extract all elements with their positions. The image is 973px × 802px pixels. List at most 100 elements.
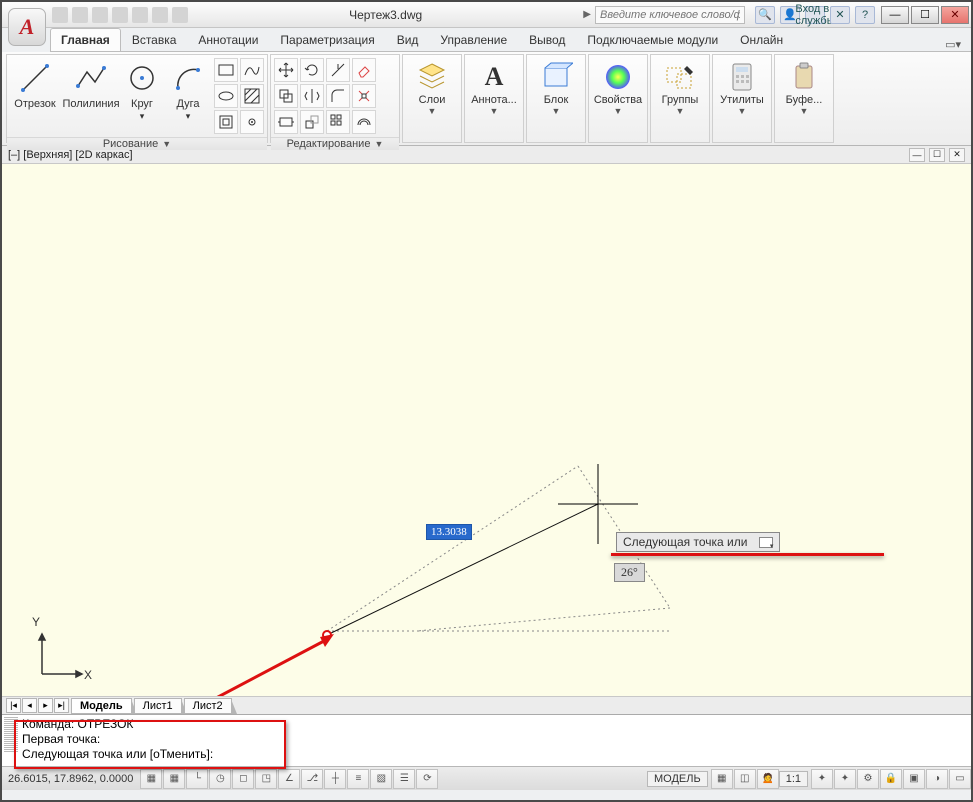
- viewport-restore-icon[interactable]: ☐: [929, 148, 945, 162]
- lineweight-toggle[interactable]: ≡: [347, 769, 369, 789]
- offset-icon[interactable]: [352, 110, 376, 134]
- ortho-toggle[interactable]: └: [186, 769, 208, 789]
- command-drag-handle[interactable]: [4, 717, 18, 753]
- viewport-close-icon[interactable]: ✕: [949, 148, 965, 162]
- panel-groups[interactable]: Группы▼: [650, 54, 710, 143]
- qat-print-icon[interactable]: [132, 7, 148, 23]
- tab-nav-next-icon[interactable]: ▸: [38, 698, 53, 713]
- mirror-icon[interactable]: [300, 84, 324, 108]
- transparency-toggle[interactable]: ▧: [370, 769, 392, 789]
- search-dropdown-icon[interactable]: ▶: [583, 9, 591, 20]
- rectangle-icon[interactable]: [214, 58, 238, 82]
- help-icon[interactable]: ?: [855, 6, 875, 24]
- help-search-input[interactable]: [595, 6, 745, 24]
- qat-redo-icon[interactable]: [172, 7, 188, 23]
- tool-polyline[interactable]: Полилиния: [66, 58, 116, 110]
- status-layout-icon[interactable]: ◫: [734, 769, 756, 789]
- otrack-toggle[interactable]: ∠: [278, 769, 300, 789]
- tab-parametrization[interactable]: Параметризация: [269, 28, 385, 51]
- close-button[interactable]: ✕: [941, 6, 969, 24]
- array-icon[interactable]: [326, 110, 350, 134]
- spline-icon[interactable]: [240, 58, 264, 82]
- signin-label[interactable]: Вход в службы: [805, 6, 825, 24]
- panel-properties[interactable]: Свойства▼: [588, 54, 648, 143]
- rotate-icon[interactable]: [300, 58, 324, 82]
- exchange-icon[interactable]: ✕: [830, 6, 850, 24]
- panel-edit-expand-icon[interactable]: ▼: [374, 139, 383, 149]
- panel-annotation[interactable]: AАннота...▼: [464, 54, 524, 143]
- tab-manage[interactable]: Управление: [429, 28, 518, 51]
- quickprops-toggle[interactable]: ☰: [393, 769, 415, 789]
- status-coordinates[interactable]: 26.6015, 17.8962, 0.0000: [2, 773, 139, 785]
- ducs-toggle[interactable]: ⎇: [301, 769, 323, 789]
- annoauto-toggle[interactable]: ✦: [834, 769, 856, 789]
- qat-new-icon[interactable]: [52, 7, 68, 23]
- selection-cycle-toggle[interactable]: ⟳: [416, 769, 438, 789]
- trim-icon[interactable]: [326, 58, 350, 82]
- tab-sheet1[interactable]: Лист1: [134, 698, 182, 714]
- status-anno-scale[interactable]: 1:1: [779, 771, 808, 787]
- dynamic-prompt-options-icon[interactable]: [759, 537, 773, 548]
- drawing-canvas[interactable]: X Y 13.3038 Следующая точка или 26° Нача…: [2, 164, 971, 696]
- tab-sheet2[interactable]: Лист2: [184, 698, 232, 714]
- tab-online[interactable]: Онлайн: [729, 28, 794, 51]
- isolate-icon[interactable]: ◑: [926, 769, 948, 789]
- snap-toggle[interactable]: ▦: [140, 769, 162, 789]
- tool-arc[interactable]: Дуга▾: [168, 58, 208, 122]
- panel-utilities[interactable]: Утилиты▼: [712, 54, 772, 143]
- hatch-icon[interactable]: [240, 84, 264, 108]
- panel-layers[interactable]: Слои▼: [402, 54, 462, 143]
- clean-screen-icon[interactable]: ▭: [949, 769, 971, 789]
- status-space[interactable]: МОДЕЛЬ: [647, 771, 708, 787]
- stretch-icon[interactable]: [274, 110, 298, 134]
- erase-icon[interactable]: [352, 58, 376, 82]
- hardware-accel-icon[interactable]: ▣: [903, 769, 925, 789]
- qat-open-icon[interactable]: [72, 7, 88, 23]
- dyn-toggle[interactable]: ┼: [324, 769, 346, 789]
- tab-plugins[interactable]: Подключаемые модули: [576, 28, 729, 51]
- tab-annotations[interactable]: Аннотации: [187, 28, 269, 51]
- qat-save-icon[interactable]: [92, 7, 108, 23]
- status-grid-icon[interactable]: ▦: [711, 769, 733, 789]
- tab-nav-prev-icon[interactable]: ◂: [22, 698, 37, 713]
- toolbar-lock-icon[interactable]: 🔒: [880, 769, 902, 789]
- move-icon[interactable]: [274, 58, 298, 82]
- polygon-icon[interactable]: [214, 110, 238, 134]
- tool-circle[interactable]: Круг▾: [122, 58, 162, 122]
- annovis-toggle[interactable]: ✦: [811, 769, 833, 789]
- tab-model[interactable]: Модель: [71, 698, 132, 714]
- scale-icon[interactable]: [300, 110, 324, 134]
- qat-undo-icon[interactable]: [152, 7, 168, 23]
- tab-nav-first-icon[interactable]: |◂: [6, 698, 21, 713]
- ellipse-icon[interactable]: [214, 84, 238, 108]
- point-icon[interactable]: [240, 110, 264, 134]
- viewport-label[interactable]: [–] [Верхняя] [2D каркас]: [8, 149, 133, 161]
- osnap-toggle[interactable]: ◻: [232, 769, 254, 789]
- explode-icon[interactable]: [352, 84, 376, 108]
- workspace-switch-icon[interactable]: ⚙: [857, 769, 879, 789]
- tab-output[interactable]: Вывод: [518, 28, 576, 51]
- qat-saveas-icon[interactable]: [112, 7, 128, 23]
- copy-icon[interactable]: [274, 84, 298, 108]
- binoculars-icon[interactable]: 🔍: [755, 6, 775, 24]
- tab-nav-last-icon[interactable]: ▸|: [54, 698, 69, 713]
- fillet-icon[interactable]: [326, 84, 350, 108]
- ribbon-collapse-icon[interactable]: ▭▾: [945, 38, 961, 51]
- app-menu-button[interactable]: A: [8, 8, 46, 46]
- viewport-minimize-icon[interactable]: —: [909, 148, 925, 162]
- annoscale-icon[interactable]: 🙍: [757, 769, 779, 789]
- tab-home[interactable]: Главная: [50, 28, 121, 51]
- tool-line[interactable]: Отрезок: [10, 58, 60, 110]
- panel-clipboard[interactable]: Буфе...▼: [774, 54, 834, 143]
- polar-toggle[interactable]: ◷: [209, 769, 231, 789]
- panel-draw-expand-icon[interactable]: ▼: [162, 139, 171, 149]
- command-line[interactable]: Команда: ОТРЕЗОК Первая точка: Следующая…: [2, 714, 971, 766]
- panel-block[interactable]: Блок▼: [526, 54, 586, 143]
- dynamic-dimension-value[interactable]: 13.3038: [426, 524, 472, 540]
- grid-toggle[interactable]: ▦: [163, 769, 185, 789]
- tab-insert[interactable]: Вставка: [121, 28, 188, 51]
- minimize-button[interactable]: —: [881, 6, 909, 24]
- osnap3d-toggle[interactable]: ◳: [255, 769, 277, 789]
- tab-view[interactable]: Вид: [386, 28, 430, 51]
- maximize-button[interactable]: ☐: [911, 6, 939, 24]
